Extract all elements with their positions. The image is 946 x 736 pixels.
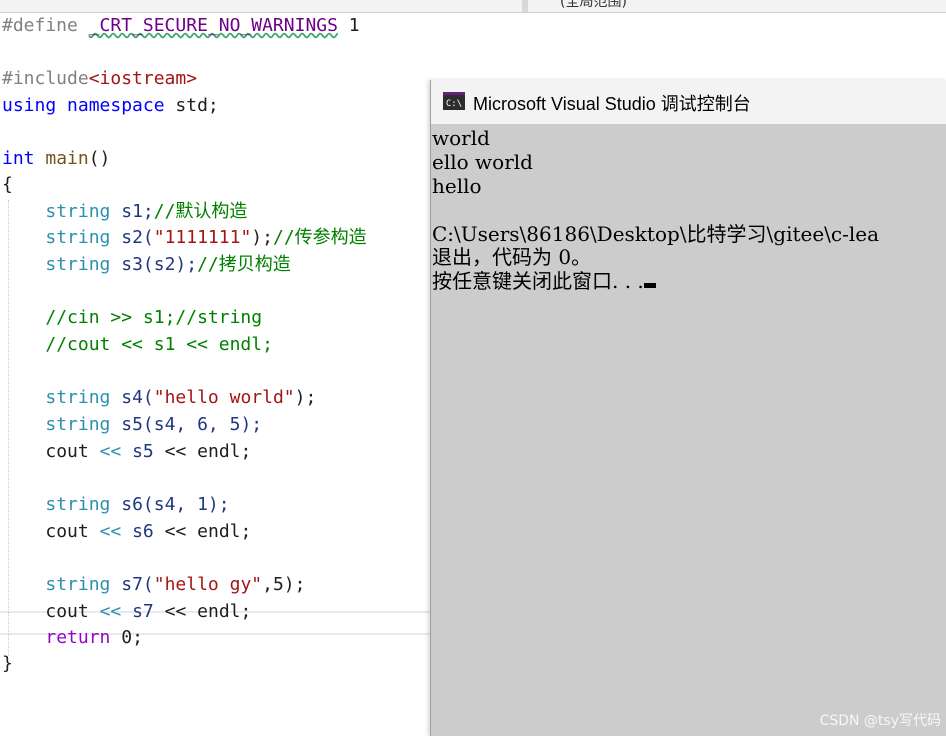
code-line-19: string s6(s4, 1); <box>45 494 230 515</box>
console-output-line: 退出，代码为 0。 <box>432 245 592 269</box>
code-line-13: //cout << s1 << endl; <box>45 334 273 355</box>
console-app-icon: C:\ <box>443 92 465 110</box>
console-prompt-text: 按任意键关闭此窗口. . . <box>432 269 644 293</box>
console-prompt-line: 按任意键关闭此窗口. . . <box>432 269 656 293</box>
code-line-7: { <box>2 174 13 195</box>
console-title-bar[interactable]: C:\ Microsoft Visual Studio 调试控制台 <box>431 80 946 124</box>
code-line-24: return 0; <box>45 627 143 648</box>
console-output-line: C:\Users\86186\Desktop\比特学习\gitee\c-lea <box>432 222 880 246</box>
code-line-10: string s3(s2);//拷贝构造 <box>45 254 291 275</box>
code-line-4: using namespace std; <box>2 95 219 116</box>
toolbar-divider <box>522 0 528 12</box>
debug-console-window[interactable]: C:\ Microsoft Visual Studio 调试控制台 world … <box>430 80 946 736</box>
code-line-20: cout << s6 << endl; <box>45 521 252 542</box>
code-line-17: cout << s5 << endl; <box>45 441 252 462</box>
code-line-1: #define _CRT_SECURE_NO_WARNINGS 1 <box>2 15 360 36</box>
watermark: CSDN @tsy写代码 <box>819 713 941 729</box>
code-line-8: string s1;//默认构造 <box>45 201 248 222</box>
code-line-6: int main() <box>2 148 111 169</box>
code-line-9: string s2("1111111");//传参构造 <box>45 227 367 248</box>
code-line-15: string s4("hello world"); <box>45 387 317 408</box>
console-output-line: ello world <box>432 150 533 174</box>
code-line-23: cout << s7 << endl; <box>45 601 252 622</box>
console-output-line: world <box>432 126 490 150</box>
code-line-22: string s7("hello gy",5); <box>45 574 306 595</box>
code-line-12: //cin >> s1;//string <box>45 307 263 328</box>
scope-dropdown[interactable]: (全局范围) <box>560 0 627 11</box>
code-line-25: } <box>2 653 13 674</box>
code-line-3: #include<iostream> <box>2 68 198 89</box>
console-title: Microsoft Visual Studio 调试控制台 <box>473 94 751 114</box>
console-output-line: hello <box>432 174 482 198</box>
text-cursor <box>643 283 656 288</box>
code-line-16: string s5(s4, 6, 5); <box>45 414 263 435</box>
